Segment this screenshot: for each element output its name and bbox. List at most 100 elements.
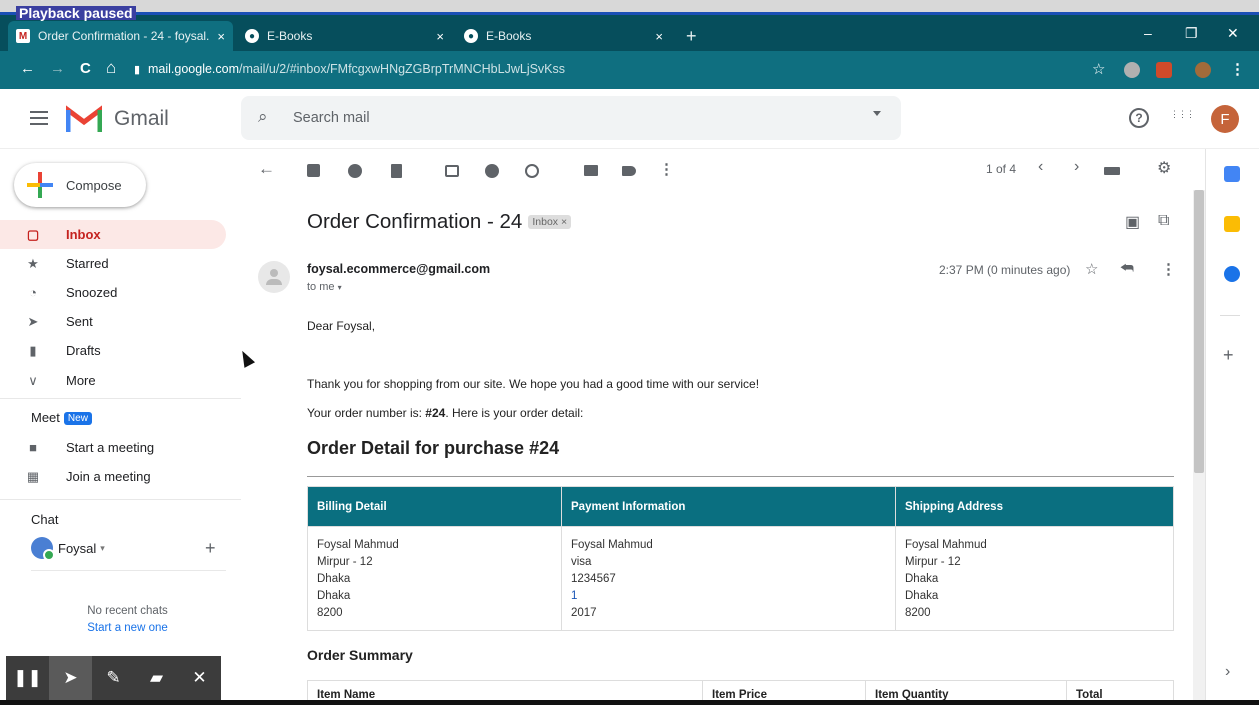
search-placeholder: Search mail	[293, 110, 370, 126]
new-badge: New	[63, 412, 92, 425]
close-tab-icon[interactable]: ×	[655, 29, 663, 44]
move-to-icon[interactable]	[584, 165, 598, 176]
search-icon[interactable]: ⌕	[258, 107, 268, 127]
browser-tab-ebooks-1[interactable]: ● E-Books ×	[237, 21, 452, 51]
newer-chevron-icon[interactable]: ‹	[1038, 158, 1043, 176]
billing-cell: Foysal Mahmud Mirpur - 12 Dhaka Dhaka 82…	[307, 526, 562, 631]
back-arrow-icon[interactable]: ←	[20, 60, 35, 77]
close-tab-icon[interactable]: ×	[436, 29, 444, 44]
pen-icon[interactable]: ✎	[92, 656, 135, 700]
inbox-label-chip[interactable]: Inbox ×	[528, 215, 572, 229]
reply-icon[interactable]: ⮪	[1120, 260, 1134, 277]
search-input[interactable]: ⌕ Search mail	[241, 96, 901, 140]
minimize-icon[interactable]: –	[1144, 15, 1152, 51]
compose-button[interactable]: Compose	[14, 163, 146, 207]
chat-user-foysal[interactable]: Foysal ▾	[31, 537, 105, 561]
highlighter-icon[interactable]: ▰	[135, 656, 178, 700]
keyboard-icon: ▦	[26, 468, 40, 484]
settings-gear-icon[interactable]: ⚙	[1157, 158, 1171, 178]
delete-icon[interactable]	[391, 164, 402, 178]
sidebar-item-more[interactable]: ∨ More	[0, 366, 226, 395]
sidebar-item-inbox[interactable]: ▢ Inbox	[0, 220, 226, 249]
apps-grid-icon[interactable]: ⋮⋮⋮	[1170, 110, 1195, 119]
sidebar: Compose ▢ Inbox ★ Starred ◔ Snoozed ➤ Se…	[0, 149, 241, 705]
account-avatar[interactable]: F	[1211, 105, 1239, 133]
search-options-icon[interactable]	[873, 111, 881, 116]
shipping-state: Dhaka	[905, 590, 939, 602]
expand-panel-icon[interactable]: ›	[1225, 663, 1230, 681]
shipping-name: Foysal Mahmud	[905, 539, 987, 551]
browser-menu-icon[interactable]: ⋮	[1230, 60, 1245, 78]
url-field[interactable]: mail.google.com/mail/u/2/#inbox/FMfcgxwH…	[148, 62, 565, 76]
start-new-chat-link[interactable]: Start a new one	[0, 622, 255, 634]
order-suffix: . Here is your order detail:	[445, 406, 584, 420]
divider	[31, 570, 226, 571]
extension-icon[interactable]	[1124, 62, 1140, 78]
divider	[0, 499, 241, 500]
restore-icon[interactable]: ❐	[1185, 15, 1198, 51]
gmail-logo-icon[interactable]	[66, 105, 102, 132]
add-chat-icon[interactable]: +	[205, 538, 216, 559]
sender-email[interactable]: foysal.ecommerce@gmail.com	[307, 262, 490, 276]
close-tab-icon[interactable]: ×	[217, 29, 225, 44]
new-tab-button[interactable]: +	[678, 21, 708, 51]
window-frame	[0, 0, 1259, 15]
back-to-inbox-icon[interactable]: ←	[258, 159, 275, 179]
report-spam-icon[interactable]	[348, 164, 362, 178]
older-chevron-icon[interactable]: ›	[1074, 158, 1079, 176]
start-meeting-label: Start a meeting	[66, 440, 155, 455]
gmail-wordmark: Gmail	[114, 107, 169, 130]
payment-card-type: visa	[571, 556, 592, 568]
label-icon[interactable]	[622, 166, 636, 176]
input-tools-icon[interactable]	[1104, 167, 1120, 175]
chat-user-name: Foysal	[58, 540, 97, 556]
bookmark-star-icon[interactable]: ☆	[1092, 60, 1105, 78]
sidebar-item-snoozed[interactable]: ◔ Snoozed	[0, 278, 226, 307]
sidebar-item-starred[interactable]: ★ Starred	[0, 249, 226, 278]
sidebar-item-label: Snoozed	[66, 285, 118, 300]
main-menu-icon[interactable]	[30, 111, 48, 125]
pause-icon[interactable]: ❚❚	[6, 656, 49, 700]
extension-icon[interactable]	[1156, 62, 1172, 78]
mark-unread-icon[interactable]	[445, 165, 459, 177]
message-more-icon[interactable]: ⋮	[1161, 260, 1176, 278]
shipping-cell: Foysal Mahmud Mirpur - 12 Dhaka Dhaka 82…	[895, 526, 1174, 631]
print-icon[interactable]: ▣	[1125, 212, 1140, 232]
profile-icon[interactable]	[1195, 62, 1211, 78]
home-icon[interactable]: ⌂	[106, 58, 116, 78]
chat-section-title: Chat	[31, 512, 59, 527]
start-meeting-item[interactable]: ■ Start a meeting	[0, 433, 226, 462]
order-number-line: Your order number is: #24. Here is your …	[307, 406, 583, 420]
order-detail-table: Billing Detail Payment Information Shipp…	[307, 486, 1174, 631]
sidebar-item-sent[interactable]: ➤ Sent	[0, 307, 226, 336]
message-time: 2:37 PM (0 minutes ago)	[939, 263, 1071, 277]
browser-tab-ebooks-2[interactable]: ● E-Books ×	[456, 21, 671, 51]
snooze-icon[interactable]	[485, 164, 499, 178]
billing-address: Mirpur - 12	[317, 556, 373, 568]
keep-icon[interactable]	[1224, 216, 1240, 232]
chat-status-caret-icon[interactable]: ▾	[100, 543, 105, 554]
pointer-icon[interactable]: ➤	[49, 656, 92, 700]
billing-name: Foysal Mahmud	[317, 539, 399, 551]
recipient-details[interactable]: to me ▾	[307, 281, 342, 293]
more-actions-icon[interactable]: ⋮	[659, 160, 674, 178]
reload-icon[interactable]: C	[80, 60, 91, 77]
tasks-icon[interactable]	[1224, 266, 1240, 282]
add-to-tasks-icon[interactable]	[525, 164, 539, 178]
sidebar-item-drafts[interactable]: ▮ Drafts	[0, 336, 226, 365]
join-meeting-item[interactable]: ▦ Join a meeting	[0, 462, 226, 491]
browser-tab-order-confirmation[interactable]: M Order Confirmation - 24 - foysal. ×	[8, 21, 233, 51]
scrollbar-thumb[interactable]	[1194, 190, 1204, 473]
clock-icon: ◔	[29, 285, 37, 300]
get-addons-icon[interactable]: +	[1223, 345, 1234, 366]
open-in-new-window-icon[interactable]: ⧉	[1158, 212, 1169, 230]
help-icon[interactable]: ?	[1129, 108, 1149, 128]
recorder-close-icon[interactable]: ✕	[178, 656, 221, 700]
window-close-icon[interactable]: ✕	[1227, 15, 1239, 51]
sidebar-item-label: More	[66, 373, 96, 388]
archive-icon[interactable]	[307, 164, 320, 177]
calendar-icon[interactable]	[1224, 166, 1240, 182]
forward-arrow-icon[interactable]: →	[50, 60, 65, 77]
star-message-icon[interactable]: ☆	[1085, 260, 1098, 278]
order-summary-heading: Order Summary	[307, 647, 413, 663]
